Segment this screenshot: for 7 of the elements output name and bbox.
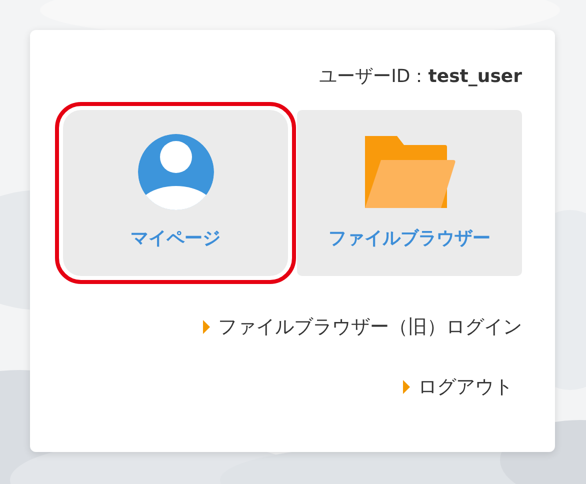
menu-link[interactable]: ログアウト (403, 374, 513, 400)
triangle-icon (203, 320, 210, 334)
user-avatar-icon (138, 134, 214, 210)
menu-link[interactable]: ファイルブラウザー（旧）ログイン (203, 314, 522, 340)
folder-icon (362, 134, 456, 210)
triangle-icon (403, 380, 410, 394)
user-id-text: ユーザーID：test_user (319, 65, 522, 88)
